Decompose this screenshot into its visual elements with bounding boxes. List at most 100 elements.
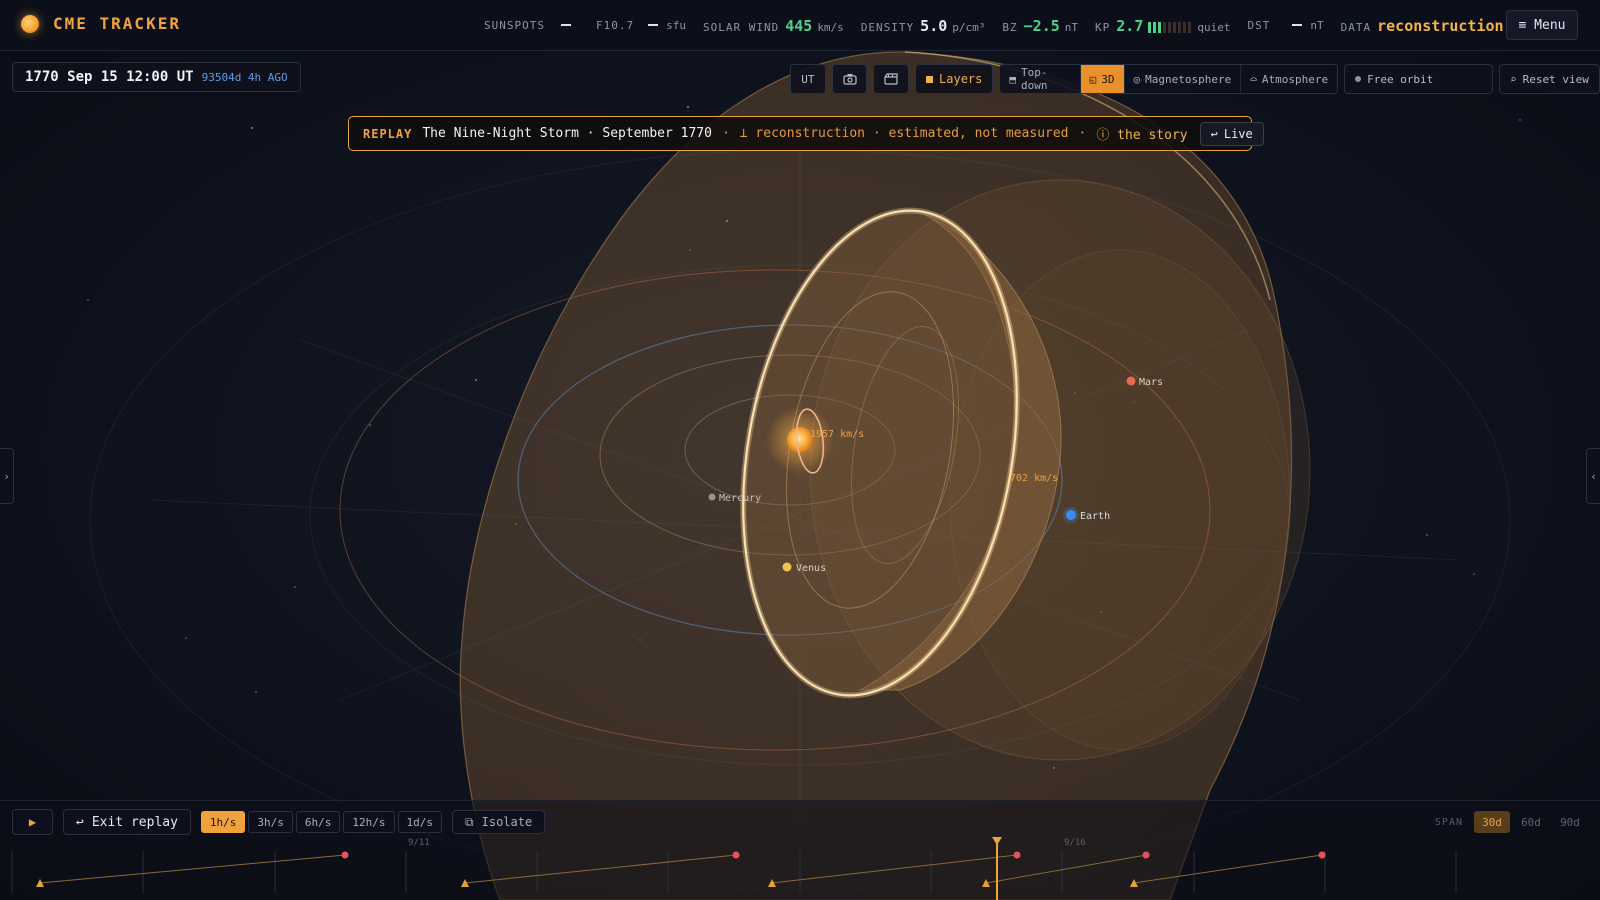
cme-speed-outer-label: 702 km/s: [1010, 473, 1058, 484]
record-video-button[interactable]: [873, 64, 910, 94]
metric-value: 445: [785, 16, 813, 35]
planet-label: Mars: [1139, 377, 1163, 388]
metric-bz: BZ −2.5 nT: [1002, 17, 1078, 35]
current-date: 1770 Sep 15 12:00 UT: [25, 69, 194, 85]
replay-banner: REPLAY The Nine-Night Storm · September …: [348, 116, 1264, 151]
planet-label: Mercury: [719, 493, 761, 504]
left-panel-toggle[interactable]: ›: [0, 448, 14, 504]
orbit-dot-icon: [1355, 76, 1362, 82]
kp-bar: [1168, 21, 1172, 33]
cme-speed-inner-label: 1957 km/s: [810, 429, 864, 440]
kp-bar: [1188, 21, 1192, 33]
playback-speed-selector: 1h/s 3h/s 6h/s 12h/s 1d/s: [200, 811, 443, 833]
orbit-label: Free orbit: [1367, 72, 1434, 86]
span-option[interactable]: 90d: [1552, 811, 1588, 833]
span-label: SPAN: [1434, 816, 1463, 828]
timeline-bar: ▶ ↩ Exit replay 1h/s 3h/s 6h/s 12h/s 1d/…: [0, 800, 1600, 900]
metric-unit: nT: [1310, 19, 1324, 32]
metric-data-source: DATA reconstruction: [1341, 17, 1509, 35]
metric-label: DENSITY: [860, 20, 915, 34]
speed-option[interactable]: 12h/s: [343, 811, 395, 833]
view-mode-selector: ⬒ Top-down ◱ 3D ◎ Magnetosphere ⌓ Atmosphere: [999, 64, 1339, 94]
view-atmosphere-button[interactable]: ⌓ Atmosphere: [1241, 65, 1337, 93]
cme-event-arcs: [39, 854, 1323, 884]
timeline-date-label: 9/16: [1064, 838, 1086, 848]
metric-kp: KP 2.7 quiet: [1095, 17, 1230, 35]
free-orbit-select[interactable]: Free orbit: [1344, 64, 1493, 94]
cme-arrival-markers: [341, 851, 1326, 859]
kp-bar: [1158, 21, 1162, 33]
metric-value: 2.7: [1116, 16, 1144, 35]
metric-value: 5.0: [920, 16, 948, 35]
kp-bar: [1153, 21, 1157, 33]
view-label: 3D: [1101, 72, 1115, 86]
view-3d-button[interactable]: ◱ 3D: [1080, 65, 1125, 93]
reset-view-button[interactable]: ⌕ Reset view: [1498, 64, 1600, 94]
metric-solar-wind: SOLAR WIND 445 km/s: [703, 17, 844, 35]
view-label: Atmosphere: [1261, 72, 1329, 86]
menu-label: ≡ Menu: [1518, 17, 1566, 33]
reset-icon: ⌕: [1509, 72, 1517, 86]
screenshot-button[interactable]: [831, 64, 868, 94]
span-option[interactable]: 60d: [1513, 811, 1549, 833]
chevron-right-icon: ›: [3, 469, 10, 483]
kp-bar: [1163, 21, 1167, 33]
app-title: CME TRACKER: [53, 14, 181, 33]
exit-replay-label: Exit replay: [91, 814, 178, 830]
3d-icon: ◱: [1089, 72, 1097, 86]
speed-option[interactable]: 3h/s: [248, 811, 293, 833]
layers-label: Layers: [939, 72, 983, 86]
ut-toggle-button[interactable]: UT: [790, 64, 826, 94]
metric-label: DST: [1247, 19, 1271, 32]
return-icon: ↩: [76, 814, 84, 830]
speed-option[interactable]: 1h/s: [200, 811, 246, 833]
span-option[interactable]: 30d: [1474, 811, 1510, 833]
isolate-button[interactable]: ⧉ Isolate: [452, 810, 546, 834]
separator-dot: ·: [1078, 126, 1087, 141]
kp-level-bars: [1148, 21, 1192, 33]
sun-logo-icon: [21, 14, 39, 33]
metric-density: DENSITY 5.0 p/cm³: [861, 17, 986, 35]
metric-unit: p/cm³: [952, 20, 986, 34]
play-icon: ▶: [28, 815, 37, 829]
date-display[interactable]: 1770 Sep 15 12:00 UT 93504d 4h AGO: [12, 62, 301, 92]
reset-label: Reset view: [1522, 72, 1589, 86]
atmosphere-icon: ⌓: [1250, 72, 1257, 86]
brand[interactable]: CME TRACKER: [21, 14, 181, 33]
space-weather-metrics: SUNSPOTS F10.7 sfu SOLAR WIND 445 km/s D…: [484, 0, 1526, 51]
metric-value: reconstruction: [1377, 16, 1504, 35]
no-data-dash: [648, 24, 659, 26]
metric-value: −2.5: [1023, 16, 1060, 35]
cme-launch-markers: [36, 879, 1138, 887]
kp-bar: [1173, 21, 1177, 33]
view-top-down-button[interactable]: ⬒ Top-down: [1000, 65, 1081, 93]
view-magnetosphere-button[interactable]: ◎ Magnetosphere: [1125, 65, 1242, 93]
metric-dst: DST nT: [1247, 19, 1323, 32]
story-link[interactable]: ⓘ the story: [1096, 124, 1187, 143]
planet-label: Venus: [796, 563, 826, 574]
live-button[interactable]: ↩ Live: [1199, 121, 1264, 146]
menu-button[interactable]: ≡ Menu: [1506, 10, 1578, 40]
speed-option[interactable]: 6h/s: [295, 811, 341, 833]
no-data-dash: [560, 24, 571, 26]
right-panel-toggle[interactable]: ‹: [1586, 448, 1600, 504]
kp-bar: [1183, 21, 1187, 33]
exit-replay-button[interactable]: ↩ Exit replay: [63, 809, 191, 835]
view-label: Magnetosphere: [1145, 72, 1232, 86]
replay-title: The Nine-Night Storm · September 1770: [422, 126, 712, 141]
isolate-icon: ⧉: [465, 814, 474, 829]
time-ago: 93504d 4h AGO: [201, 70, 288, 84]
speed-option[interactable]: 1d/s: [397, 811, 443, 833]
live-label: Live: [1223, 126, 1253, 141]
metric-unit: sfu: [666, 19, 686, 32]
timeline-playhead[interactable]: [992, 837, 1002, 900]
playback-controls: ▶ ↩ Exit replay 1h/s 3h/s 6h/s 12h/s 1d/…: [12, 809, 546, 835]
view-toolbar: UT Layers ⬒ Top-down ◱ 3D ◎ Magnetosphere ⌓…: [790, 64, 1600, 94]
play-button[interactable]: ▶: [12, 809, 53, 835]
event-timeline[interactable]: 9/11 9/16: [0, 837, 1600, 900]
view-label: Top-down: [1021, 66, 1048, 92]
isolate-label: Isolate: [481, 815, 533, 829]
top-down-icon: ⬒: [1009, 72, 1016, 86]
metric-label: F10.7: [595, 19, 635, 32]
layers-button[interactable]: Layers: [915, 64, 994, 94]
